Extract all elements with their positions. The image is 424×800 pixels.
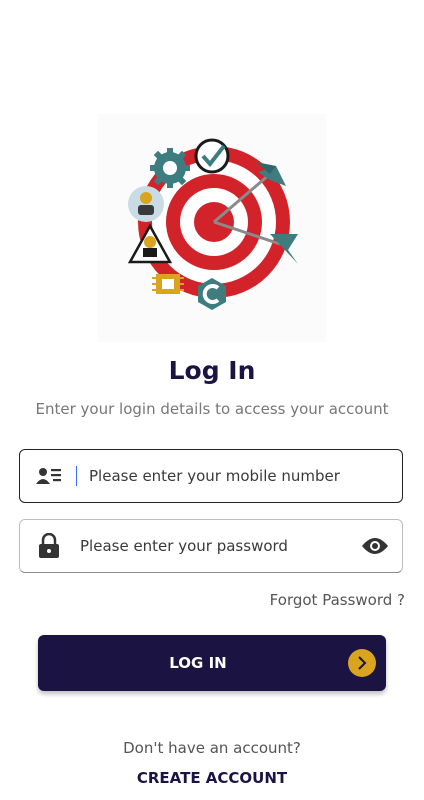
login-button[interactable]: LOG IN (38, 635, 386, 691)
mobile-field[interactable] (19, 449, 403, 503)
password-field[interactable] (19, 519, 403, 573)
target-illustration (98, 114, 326, 342)
contact-card-icon (34, 461, 64, 491)
create-account-link[interactable]: CREATE ACCOUNT (0, 769, 424, 787)
page-subtitle: Enter your login details to access your … (35, 400, 389, 418)
chevron-right-circle-icon (348, 649, 376, 677)
forgot-password-link[interactable]: Forgot Password ? (270, 591, 405, 609)
lock-icon (34, 531, 64, 561)
page-title: Log In (168, 356, 256, 385)
login-button-label: LOG IN (169, 654, 227, 672)
mobile-input[interactable] (77, 450, 402, 502)
password-input[interactable] (64, 520, 360, 572)
no-account-prompt: Don't have an account? (123, 739, 301, 757)
eye-icon[interactable] (360, 531, 390, 561)
